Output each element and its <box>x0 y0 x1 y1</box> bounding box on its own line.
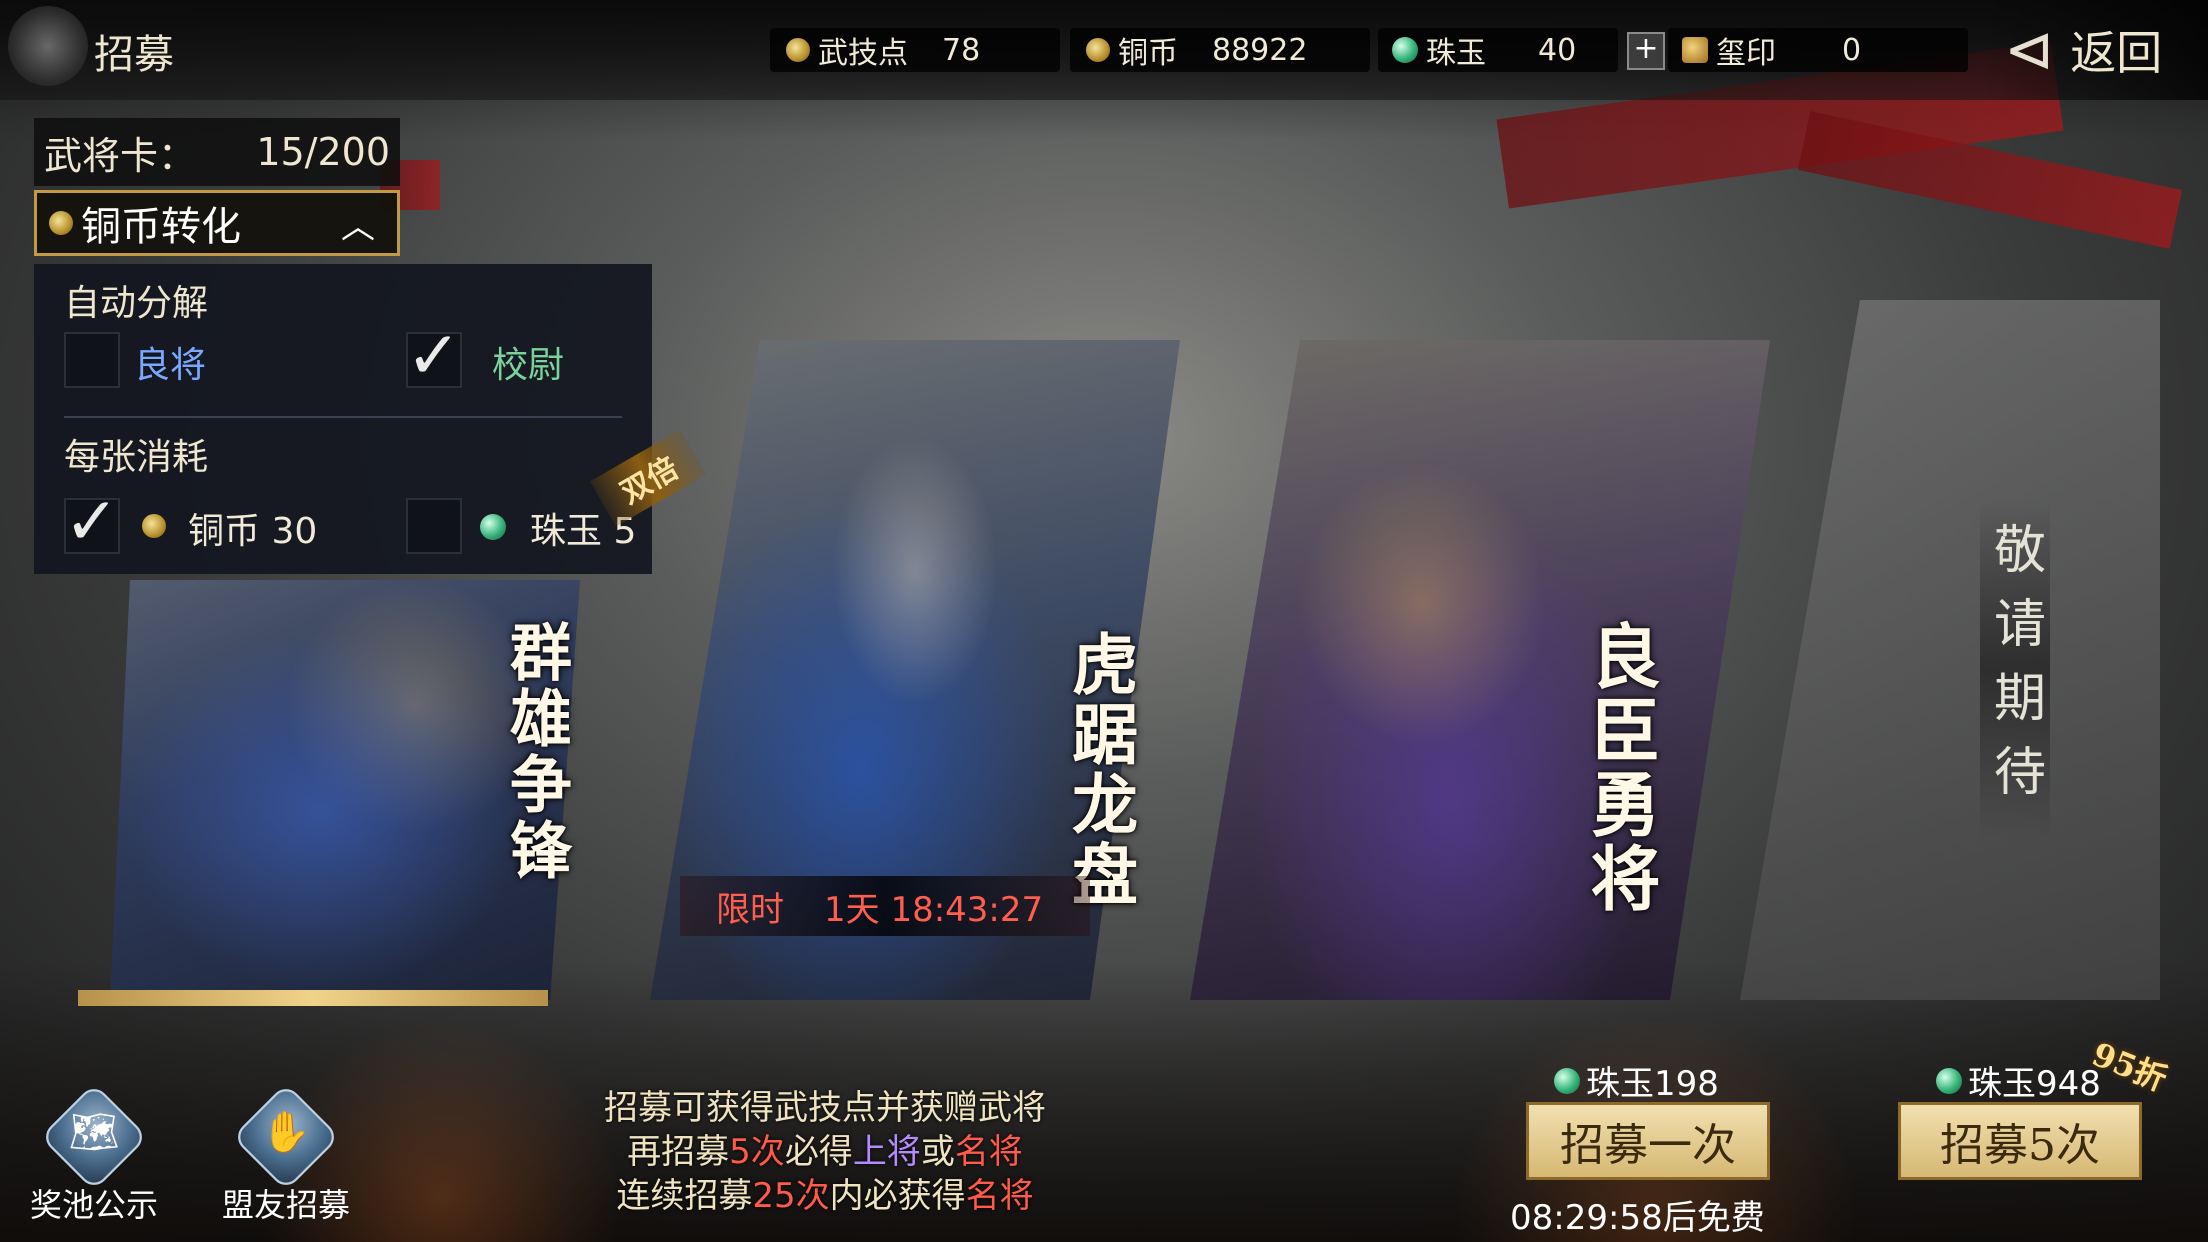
banner-title-hujulongpan: 虎踞龙盘 <box>1061 630 1139 910</box>
info-highlight: 上将 <box>852 1132 921 1172</box>
card-count-label: 武将卡： <box>44 133 197 178</box>
info-highlight: 25次 <box>752 1176 830 1216</box>
recruit-once-button[interactable]: 招募一次 <box>1526 1102 1770 1180</box>
resource-label: 武技点 <box>818 36 908 71</box>
checkbox-jade-cost[interactable] <box>406 498 462 554</box>
pool-notice-label: 奖池公示 <box>29 1186 158 1224</box>
cost-per-card-heading: 每张消耗 <box>64 437 209 478</box>
checkmark-icon: ✓ <box>64 483 120 560</box>
info-text: 必得 <box>784 1132 853 1172</box>
resource-martial-points: 武技点 78 <box>770 28 1060 72</box>
divider <box>64 416 622 418</box>
resource-label: 铜币 <box>1118 36 1178 71</box>
ally-recruit-button[interactable]: ✋ 盟友招募 <box>206 1082 366 1226</box>
info-text: 连续招募 <box>616 1176 753 1216</box>
limited-time-bar: 限时 1天 18:43:27 <box>680 876 1090 936</box>
limited-timer: 1天 18:43:27 <box>824 889 1044 930</box>
info-text: 或 <box>920 1132 955 1172</box>
cost-once: 珠玉198 <box>1554 1056 1719 1105</box>
resource-seal: 玺印 0 <box>1668 28 1968 72</box>
card-count-value: 15/200 <box>256 130 390 174</box>
free-timer: 08:29:58后免费 <box>1510 1198 1765 1238</box>
recruit-emblem-icon <box>8 6 88 86</box>
map-icon: 🗺 <box>68 1109 120 1156</box>
add-jade-button[interactable]: + <box>1627 32 1665 70</box>
back-arrow-icon: ⊲ <box>2004 15 2055 85</box>
checkmark-icon: ✓ <box>406 317 462 394</box>
ally-recruit-label: 盟友招募 <box>221 1186 350 1224</box>
cost-once-value: 珠玉198 <box>1586 1064 1719 1104</box>
jade-icon <box>1936 1067 1962 1094</box>
coming-soon-label: 敬请期待 <box>1980 500 2050 840</box>
chevron-up-icon: ︿ <box>341 206 375 247</box>
limited-label: 限时 <box>716 889 784 930</box>
back-button[interactable]: ⊲ 返回 <box>1980 0 2208 100</box>
jade-icon <box>1392 37 1418 63</box>
info-line-2: 再招募5次必得上将或名将 <box>500 1130 1150 1174</box>
general-card-count: 武将卡： 15/200 <box>34 118 400 186</box>
jade-icon <box>1554 1067 1580 1094</box>
info-highlight: 5次 <box>729 1132 785 1172</box>
resource-copper: 铜币 88922 <box>1070 28 1370 72</box>
info-text: 内必获得 <box>829 1176 966 1216</box>
banner-title-liangchen: 良臣勇将 <box>1579 620 1662 916</box>
jade-icon <box>480 514 506 540</box>
info-highlight: 名将 <box>965 1176 1034 1216</box>
copper-coin-icon <box>1086 38 1110 62</box>
convert-options-panel: 自动分解 良将 ✓ 校尉 每张消耗 ✓ 铜币 30 珠玉 5 <box>34 264 652 574</box>
pool-notice-button[interactable]: 🗺 奖池公示 <box>24 1082 164 1226</box>
resource-value: 78 <box>942 32 981 68</box>
recruit-info-text: 招募可获得武技点并获赠武将 再招募5次必得上将或名将 连续招募25次内必获得名将 <box>500 1086 1150 1218</box>
convert-label: 铜币转化 <box>81 204 241 250</box>
banner-frame <box>78 990 548 1006</box>
option-liangjiang-label: 良将 <box>134 345 207 386</box>
handshake-glyph-icon: ✋ <box>261 1109 311 1156</box>
martial-point-icon <box>786 38 810 62</box>
info-line-1: 招募可获得武技点并获赠武将 <box>604 1088 1046 1128</box>
resource-value: 0 <box>1842 32 1862 68</box>
resource-label: 玺印 <box>1716 36 1776 71</box>
cost-copper-label: 铜币 30 <box>188 511 318 552</box>
copper-convert-dropdown[interactable]: 铜币转化 ︿ <box>34 190 400 256</box>
back-label: 返回 <box>2070 26 2163 80</box>
resource-value: 88922 <box>1212 32 1308 68</box>
resource-label: 珠玉 <box>1426 36 1486 71</box>
info-line-3: 连续招募25次内必获得名将 <box>500 1174 1150 1218</box>
copper-coin-icon <box>142 514 166 538</box>
banner-title-qunxiong: 群雄争锋 <box>499 620 572 884</box>
auto-decompose-heading: 自动分解 <box>64 283 209 324</box>
option-xiaowei-label: 校尉 <box>492 345 565 386</box>
seal-icon <box>1682 37 1708 63</box>
resource-jade: 珠玉 40 <box>1378 28 1618 72</box>
cost-five-value: 珠玉948 <box>1968 1064 2101 1104</box>
checkbox-liangjiang[interactable] <box>64 332 120 388</box>
resource-value: 40 <box>1538 32 1577 68</box>
page-title: 招募 <box>94 32 174 78</box>
checkbox-xiaowei[interactable]: ✓ <box>406 323 462 389</box>
cost-five: 珠玉948 <box>1936 1056 2101 1105</box>
info-highlight: 名将 <box>954 1132 1023 1172</box>
info-text: 再招募 <box>627 1132 730 1172</box>
checkbox-copper-cost[interactable]: ✓ <box>64 489 120 555</box>
top-bar: 招募 武技点 78 铜币 88922 珠玉 40 + 玺印 0 ⊲ 返回 <box>0 0 2208 100</box>
recruit-five-button[interactable]: 招募5次 <box>1898 1102 2142 1180</box>
copper-coin-icon <box>49 211 73 235</box>
